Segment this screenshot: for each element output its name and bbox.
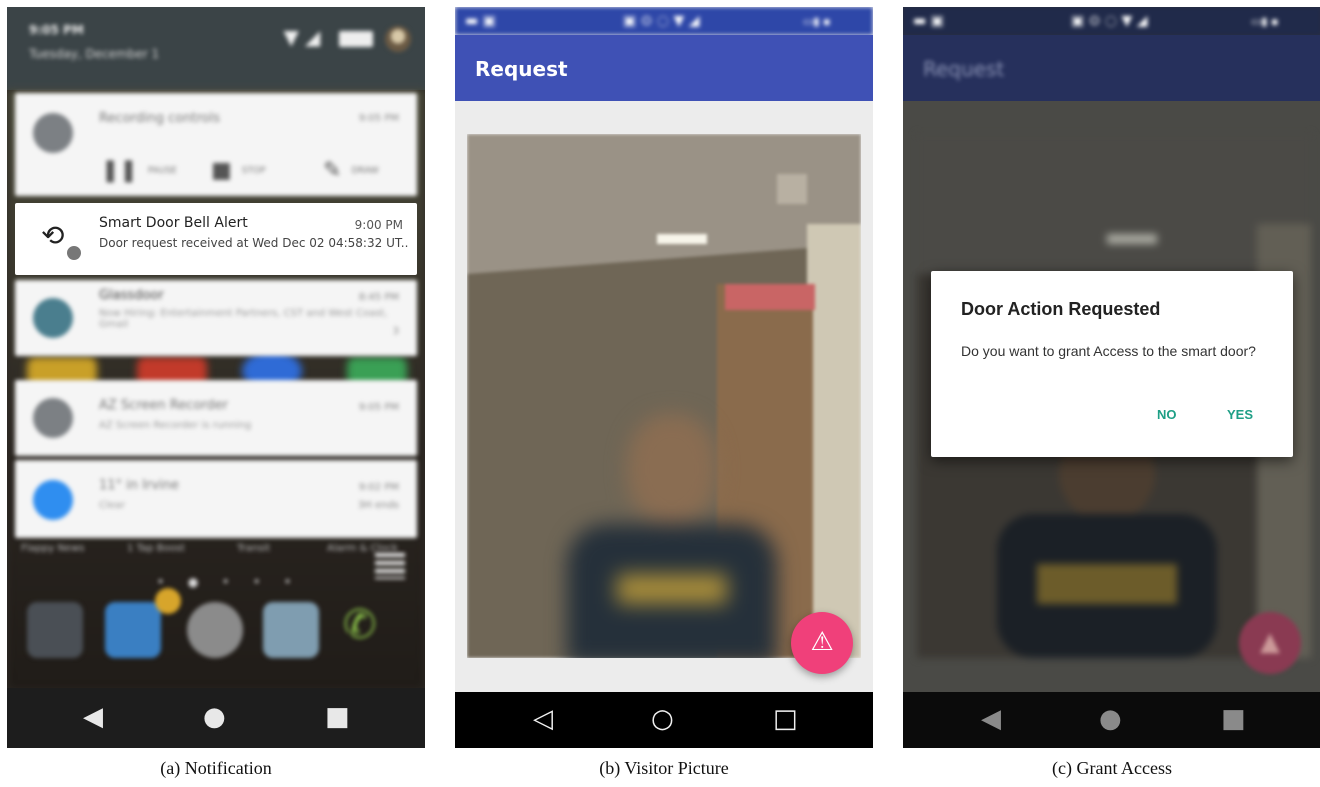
home-icon[interactable]: ● <box>203 702 226 732</box>
home-labels: Flappy News 1 Tap Boost Transit Alarm & … <box>7 543 425 559</box>
home-icon[interactable]: ○ <box>651 704 674 734</box>
battery-icon: ▭▮ ▪ <box>803 15 831 28</box>
dialog-message: Do you want to grant Access to the smart… <box>961 343 1256 359</box>
small-badge-icon <box>65 244 83 262</box>
camera-icon <box>33 398 73 438</box>
stop-icon: ■ <box>211 158 232 183</box>
pencil-icon: ✎ <box>323 158 342 183</box>
notification-glassdoor[interactable]: Glassdoor 8:45 PM Now Hiring: Entertainm… <box>15 280 417 356</box>
warning-icon: ▲ <box>1260 627 1280 657</box>
notification-title: Recording controls <box>99 111 220 126</box>
dock: ✆ <box>7 588 425 672</box>
door-action-dialog: Door Action Requested Do you want to gra… <box>931 271 1293 457</box>
media-icon: ▬ ▣ <box>913 13 944 29</box>
home-icon[interactable]: ● <box>1099 704 1122 734</box>
warning-fab[interactable]: ▲ <box>1239 612 1301 674</box>
recents-icon[interactable]: □ <box>773 704 798 734</box>
warning-fab[interactable]: ⚠ <box>791 612 853 674</box>
glassdoor-icon <box>33 298 73 338</box>
notification-text: Now Hiring: Entertainment Partners, CST … <box>99 308 388 330</box>
notification-time: 9:05 PM <box>358 113 399 124</box>
apps-icon[interactable] <box>187 602 243 658</box>
notification-extra: 3H ends <box>357 500 399 511</box>
notification-time: 9:05 PM <box>358 402 399 413</box>
dialog-title: Door Action Requested <box>961 299 1161 319</box>
draw-button[interactable]: ✎ DRAW <box>323 158 379 183</box>
email-app-icon[interactable] <box>105 602 161 658</box>
status-time: 9:05 PM <box>29 23 84 37</box>
notification-screen: 9:05 PM Tuesday, December 1 ▼◢ Recording… <box>7 7 425 748</box>
status-icons: ▼◢ <box>283 25 411 52</box>
phone-app-icon[interactable]: ✆ <box>343 602 399 658</box>
notification-title: AZ Screen Recorder <box>99 398 229 413</box>
notification-title: 11° in Irvine <box>99 478 179 493</box>
notification-count: 3 <box>392 326 399 337</box>
camera-app-icon[interactable] <box>27 602 83 658</box>
back-icon[interactable]: ◀ <box>981 704 1001 734</box>
app-bar: Request <box>455 35 873 101</box>
navigation-bar: ◀ ● ■ <box>903 692 1320 748</box>
status-bar: ▬ ▣ ▣ ⊙ ◌ ▼ ◢ ▭▮ ▪ <box>455 7 873 35</box>
status-bar: ▬ ▣ ▣ ⊙ ◌ ▼ ◢ ▭▮ ▪ <box>903 7 1320 35</box>
badge-icon <box>155 588 181 614</box>
page-indicator: • ● • • • <box>157 575 302 589</box>
notification-time: 9:02 PM <box>358 482 399 493</box>
notification-text: AZ Screen Recorder is running <box>99 420 252 431</box>
notification-text: Door request received at Wed Dec 02 04:5… <box>99 236 409 250</box>
home-label: Transit <box>237 543 271 554</box>
sync-icon: ⟲ <box>41 219 65 252</box>
app-title: Request <box>475 57 568 81</box>
notification-title: Smart Door Bell Alert <box>99 215 248 231</box>
navigation-bar: ◀ ● ■ <box>7 688 425 748</box>
notification-weather[interactable]: 11° in Irvine 9:02 PM Clear 3H ends <box>15 460 417 538</box>
caption-visitor-picture: (b) Visitor Picture <box>599 758 729 778</box>
wifi-icon: ▼ <box>283 25 305 49</box>
home-label: 1 Tap Boost <box>127 543 185 554</box>
notification-time: 8:45 PM <box>358 292 399 303</box>
caption-notification: (a) Notification <box>160 758 272 778</box>
messaging-app-icon[interactable] <box>263 602 319 658</box>
recents-icon[interactable]: ■ <box>325 702 350 732</box>
notification-smart-door-bell[interactable]: ⟲ Smart Door Bell Alert 9:00 PM Door req… <box>15 203 417 275</box>
status-icons: ▣ ⊙ ◌ ▼ ◢ <box>623 13 700 29</box>
notification-recording-controls[interactable]: Recording controls 9:05 PM ❚❚ PAUSE ■ STOP… <box>15 93 417 196</box>
notification-shade-header: 9:05 PM Tuesday, December 1 ▼◢ <box>7 7 425 90</box>
app-title: Request <box>923 57 1005 81</box>
battery-icon: ▭▮ ▪ <box>1251 15 1279 28</box>
status-date: Tuesday, December 1 <box>29 47 160 61</box>
notification-text: Clear <box>99 500 126 511</box>
stop-button[interactable]: ■ STOP <box>211 158 266 183</box>
battery-icon <box>338 30 373 47</box>
yes-button[interactable]: YES <box>1227 407 1253 422</box>
notification-title: Glassdoor <box>99 288 164 303</box>
media-icon: ▬ ▣ <box>465 13 496 29</box>
pause-button[interactable]: ❚❚ PAUSE <box>101 158 177 183</box>
visitor-picture-screen: ▬ ▣ ▣ ⊙ ◌ ▼ ◢ ▭▮ ▪ Request ⚠ ◁ ○ □ <box>455 7 873 748</box>
cloud-icon <box>33 480 73 520</box>
camera-icon <box>33 113 73 153</box>
warning-icon: ⚠ <box>810 627 834 657</box>
avatar[interactable] <box>385 25 411 52</box>
navigation-bar: ◁ ○ □ <box>455 692 873 748</box>
recents-icon[interactable]: ■ <box>1221 704 1246 734</box>
grant-access-screen: ▬ ▣ ▣ ⊙ ◌ ▼ ◢ ▭▮ ▪ Request ▲ Door Action… <box>903 7 1320 748</box>
signal-icon: ◢ <box>304 25 327 49</box>
visitor-figure <box>527 384 827 658</box>
caption-grant-access: (c) Grant Access <box>1052 758 1172 778</box>
status-icons: ▣ ⊙ ◌ ▼ ◢ <box>1071 13 1148 29</box>
back-icon[interactable]: ◀ <box>83 702 103 732</box>
notification-time: 9:00 PM <box>354 218 403 232</box>
back-icon[interactable]: ◁ <box>533 704 553 734</box>
no-button[interactable]: NO <box>1157 407 1177 422</box>
pause-icon: ❚❚ <box>101 158 138 183</box>
app-bar: Request <box>903 35 1320 101</box>
stack-icon <box>375 553 405 579</box>
visitor-photo <box>467 134 861 658</box>
notification-az-recorder[interactable]: AZ Screen Recorder 9:05 PM AZ Screen Rec… <box>15 380 417 456</box>
home-label: Flappy News <box>21 543 85 554</box>
